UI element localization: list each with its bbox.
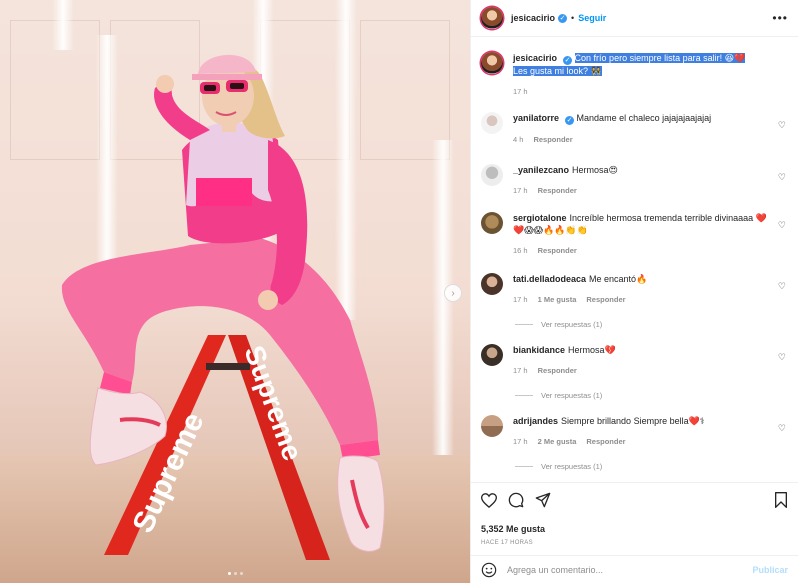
caption-username[interactable]: jesicacirio xyxy=(513,53,557,63)
comment-input[interactable] xyxy=(507,564,753,575)
carousel-dot xyxy=(233,572,237,575)
view-replies-button[interactable]: Ver respuestas (1) xyxy=(515,391,602,400)
comment-username[interactable]: sergiotalone xyxy=(513,213,567,223)
bookmark-icon[interactable] xyxy=(774,492,788,508)
caption-text: Les gusta mi look? 👯 xyxy=(513,66,602,76)
next-arrow-icon[interactable]: › xyxy=(444,284,462,302)
reply-button[interactable]: Responder xyxy=(586,294,625,306)
caption: jesicacirio ✓ Con frío pero siempre lista… xyxy=(481,52,788,98)
verified-badge-icon: ✓ xyxy=(558,13,568,23)
comment-item: tati.delladodeaca Me encantó🔥 17 h 1 Me gu… xyxy=(481,273,788,306)
comment-username[interactable]: biankidance xyxy=(513,345,565,355)
comments-list[interactable]: jesicacirio ✓ Con frío pero siempre lista… xyxy=(471,38,798,478)
comment-text: Hermosa💔 xyxy=(568,345,616,355)
emoji-icon[interactable] xyxy=(481,562,497,578)
comment-text: Hermosa😍 xyxy=(572,165,618,175)
heart-icon[interactable]: ♡ xyxy=(778,172,786,183)
comment-time: 17 h xyxy=(513,437,528,446)
reply-button[interactable]: Responder xyxy=(586,436,625,448)
publish-button[interactable]: Publicar xyxy=(752,565,788,575)
share-icon[interactable] xyxy=(535,492,551,508)
heart-icon[interactable]: ♡ xyxy=(778,423,786,434)
view-replies-button[interactable]: Ver respuestas (1) xyxy=(515,320,602,329)
comment-text: Siempre brillando Siempre bella❤️⚕ xyxy=(561,416,705,426)
verified-badge-icon: ✓ xyxy=(563,56,573,65)
post-header: jesicacirio ✓ • Seguir ••• xyxy=(471,0,798,37)
avatar[interactable] xyxy=(481,7,503,29)
reply-button[interactable]: Responder xyxy=(533,134,572,146)
comment-time: 17 h xyxy=(513,295,528,304)
likes-count[interactable]: 5,352 Me gusta xyxy=(481,524,788,534)
likes-count[interactable]: 1 Me gusta xyxy=(538,294,577,306)
caption-time: 17 h xyxy=(513,87,528,96)
avatar[interactable] xyxy=(481,52,503,74)
avatar[interactable] xyxy=(481,344,503,366)
comment-text: Mandame el chaleco jajajajaajajaj xyxy=(576,113,712,123)
comment-item: sergiotalone Increíble hermosa tremenda t… xyxy=(481,212,788,257)
caption-text: Con frío pero siempre lista para salir! … xyxy=(574,53,746,63)
more-options-icon[interactable]: ••• xyxy=(772,11,788,25)
carousel-dot xyxy=(239,572,243,575)
comment-time: 4 h xyxy=(513,135,524,144)
avatar[interactable] xyxy=(481,112,503,134)
comment-time: 17 h xyxy=(513,366,528,375)
avatar[interactable] xyxy=(481,273,503,295)
heart-icon[interactable]: ♡ xyxy=(778,220,786,231)
carousel-dots xyxy=(0,572,470,575)
post-actions: 5,352 Me gusta HACE 17 HORAS xyxy=(471,482,798,546)
comment-username[interactable]: adrijandes xyxy=(513,416,558,426)
comment-text: Me encantó🔥 xyxy=(589,274,648,284)
comment-username[interactable]: yanilatorre xyxy=(513,113,559,123)
carousel-dot xyxy=(227,572,231,575)
likes-count[interactable]: 2 Me gusta xyxy=(538,436,577,448)
avatar[interactable] xyxy=(481,164,503,186)
add-comment-bar: Publicar xyxy=(471,555,798,583)
heart-icon[interactable] xyxy=(481,492,497,508)
avatar[interactable] xyxy=(481,415,503,437)
post-sidebar: jesicacirio ✓ • Seguir ••• jesicacirio ✓ … xyxy=(470,0,798,583)
follow-button[interactable]: Seguir xyxy=(578,13,606,23)
reply-button[interactable]: Responder xyxy=(538,365,577,377)
comment-item: _yanilezcano Hermosa😍 17 h Responder ♡ xyxy=(481,164,788,197)
view-replies-button[interactable]: Ver respuestas (1) xyxy=(515,462,602,471)
dot-separator: • xyxy=(571,13,575,23)
comment-icon[interactable] xyxy=(508,492,524,508)
verified-badge-icon: ✓ xyxy=(565,116,575,125)
heart-icon[interactable]: ♡ xyxy=(778,352,786,363)
comment-username[interactable]: tati.delladodeaca xyxy=(513,274,586,284)
username-link[interactable]: jesicacirio xyxy=(511,13,555,23)
heart-icon[interactable]: ♡ xyxy=(778,281,786,292)
comment-item: yanilatorre ✓ Mandame el chaleco jajajaja… xyxy=(481,112,788,146)
post-photo[interactable]: Supreme Supreme › xyxy=(0,0,470,583)
comment-username[interactable]: _yanilezcano xyxy=(513,165,569,175)
model-illustration: Supreme Supreme xyxy=(61,54,385,560)
comment-item: biankidance Hermosa💔 17 h Responder ♡ xyxy=(481,344,788,377)
post-time: HACE 17 HORAS xyxy=(481,540,533,546)
comment-time: 16 h xyxy=(513,246,528,255)
comment-item: adrijandes Siempre brillando Siempre bell… xyxy=(481,415,788,448)
reply-button[interactable]: Responder xyxy=(538,185,577,197)
avatar[interactable] xyxy=(481,212,503,234)
heart-icon[interactable]: ♡ xyxy=(778,120,786,131)
comment-time: 17 h xyxy=(513,186,528,195)
reply-button[interactable]: Responder xyxy=(538,245,577,257)
